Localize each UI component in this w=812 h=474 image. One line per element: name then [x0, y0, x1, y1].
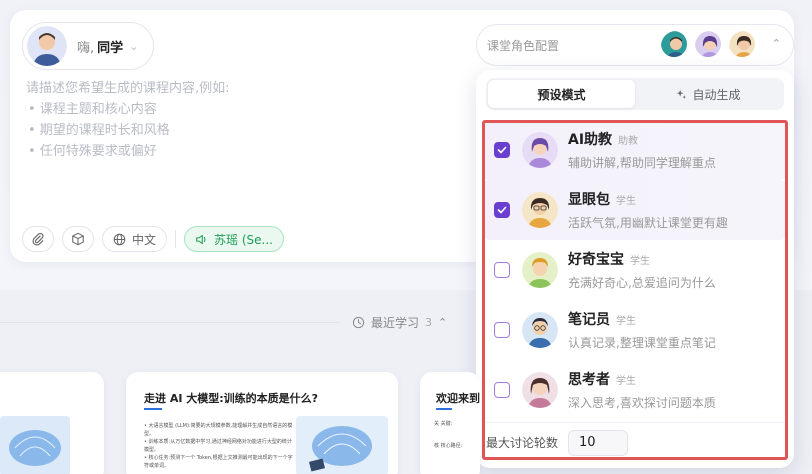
role-avatar	[727, 29, 757, 59]
role-name: AI助教 助教	[568, 132, 639, 148]
role-item-class-clown[interactable]: 显眼包 学生活跃气氛,用幽默让课堂更有趣	[484, 180, 786, 240]
max-rounds-input[interactable]: 10	[568, 429, 629, 456]
role-checkbox[interactable]	[494, 382, 510, 398]
cube-icon	[72, 232, 84, 246]
role-description: 活跃气氛,用幽默让课堂更有趣	[568, 216, 728, 230]
language-label: 中文	[132, 232, 157, 247]
tab-auto-generate[interactable]: 自动生成	[635, 80, 782, 108]
card-bullet: • 训练本质:从万亿数据中学习,通过神经网络对功能进行大型的统计模型。	[144, 439, 292, 453]
role-config-label: 课堂角色配置	[487, 38, 560, 53]
greeting-text: 嗨, 同学	[77, 40, 124, 56]
role-item-curious-baby[interactable]: 好奇宝宝 学生充满好奇心,总爱追问为什么	[484, 240, 786, 300]
role-avatar	[522, 372, 558, 408]
prompt-intro: 请描述您希望生成的课程内容,例如:	[26, 81, 230, 96]
role-description: 深入思考,喜欢探讨问题本质	[568, 396, 716, 410]
role-tag: 学生	[630, 256, 650, 267]
check-icon	[497, 206, 507, 214]
card-bullet: • 大语言模型 (LLM):简要的大规模参数,能理解并生成自然语言的模型。	[144, 423, 293, 437]
toolbar-divider	[175, 230, 177, 248]
language-button[interactable]: 中文	[102, 226, 168, 252]
tab-label: 自动生成	[692, 87, 741, 102]
paperclip-icon	[32, 232, 44, 246]
role-avatar	[522, 132, 558, 168]
course-card[interactable]	[0, 372, 104, 474]
role-config-panel: 预设模式 自动生成 AI助教 助教辅助讲解,帮助同学理解重点 显眼包 学生活跃气氛,…	[476, 70, 794, 468]
role-config-dropdown[interactable]: 课堂角色配置 ⌃	[476, 24, 794, 66]
role-description: 辅助讲解,帮助同学理解重点	[568, 156, 716, 170]
role-name: 笔记员 学生	[568, 312, 636, 328]
mode-toggle: 预设模式 自动生成	[486, 78, 784, 110]
role-description: 充满好奇心,总爱追问为什么	[568, 276, 716, 290]
role-checkbox[interactable]	[494, 262, 510, 278]
chevron-up-icon: ⌃	[771, 37, 781, 50]
card-bullets: 关 关键: 核 核心路径:	[434, 420, 478, 450]
role-list: AI助教 助教 辅助讲解,帮助同学理解重点 显眼包 学生 活跃气氛,用幽默让课堂更有趣 …	[484, 120, 786, 420]
user-avatar	[27, 26, 67, 66]
role-name: 思考者 学生	[568, 372, 636, 388]
card-bullet: 关 关键:	[434, 421, 453, 427]
chevron-up-icon: ⌃	[438, 316, 448, 329]
role-avatar	[522, 312, 558, 348]
tab-label: 预设模式	[537, 87, 586, 102]
role-checkbox[interactable]	[494, 142, 510, 158]
voice-label: 苏瑶 (Se...	[214, 232, 273, 247]
role-name: 显眼包 学生	[568, 192, 636, 208]
role-avatar	[659, 29, 689, 59]
check-icon	[497, 146, 507, 154]
role-checkbox[interactable]	[494, 322, 510, 338]
role-avatar	[693, 29, 723, 59]
globe-icon	[113, 233, 126, 245]
chevron-down-icon: ⌄	[129, 39, 139, 53]
course-card[interactable]: 欢迎来到 关 关键: 核 核心路径:	[420, 372, 480, 474]
user-greeting-button[interactable]: 嗨, 同学 ⌄	[22, 22, 154, 70]
card-title: 欢迎来到	[436, 392, 480, 405]
title-underline	[144, 408, 162, 410]
role-tag: 学生	[616, 196, 636, 207]
card-title: 走进 AI 大模型:训练的本质是什么?	[144, 392, 319, 405]
title-underline	[436, 408, 452, 410]
prompt-bullet: • 任何特殊要求或偏好	[28, 144, 157, 159]
role-item-note-taker[interactable]: 笔记员 学生认真记录,整理课堂重点笔记	[484, 300, 786, 360]
role-name: 好奇宝宝 学生	[568, 252, 650, 268]
card-bullet: 核 核心路径:	[434, 443, 463, 449]
card-thumbnail	[0, 416, 70, 474]
selected-role-avatars	[659, 29, 757, 59]
section-divider	[0, 322, 340, 323]
role-tag: 学生	[616, 316, 636, 327]
voice-select-button[interactable]: 苏瑶 (Se...	[184, 226, 284, 252]
max-rounds-row: 最大讨论轮数 10	[484, 422, 786, 462]
tab-preset-mode[interactable]: 预设模式	[488, 80, 635, 108]
recent-learning-toggle[interactable]: 最近学习 3 ⌃	[352, 314, 447, 331]
prompt-bullet: • 期望的课程时长和风格	[28, 123, 170, 138]
max-rounds-label: 最大讨论轮数	[486, 436, 559, 450]
card-bullets: • 大语言模型 (LLM):简要的大规模参数,能理解并生成自然语言的模型。 • …	[144, 422, 294, 470]
prompt-placeholder[interactable]: 请描述您希望生成的课程内容,例如: • 课程主题和核心内容 • 期望的课程时长和…	[26, 78, 230, 162]
role-tag: 助教	[618, 136, 639, 147]
clock-icon	[352, 316, 365, 329]
card-bullet: • 核心任务:预测下一个 Token,根据上文推测最可能出现的下一个字符或单词。	[144, 455, 293, 469]
speaker-icon	[196, 234, 206, 244]
role-description: 认真记录,整理课堂重点笔记	[568, 336, 716, 350]
role-avatar	[522, 252, 558, 288]
role-avatar	[522, 192, 558, 228]
attach-button[interactable]	[22, 226, 54, 252]
role-tag: 学生	[616, 376, 636, 387]
role-checkbox[interactable]	[494, 202, 510, 218]
recent-label: 最近学习	[371, 316, 420, 330]
role-item-ai-assistant[interactable]: AI助教 助教辅助讲解,帮助同学理解重点	[484, 120, 786, 180]
card-thumbnail	[296, 416, 388, 474]
recent-count: 3	[425, 316, 433, 329]
prompt-bullet: • 课程主题和核心内容	[28, 102, 157, 117]
role-item-thinker[interactable]: 思考者 学生深入思考,喜欢探讨问题本质	[484, 360, 786, 420]
course-card[interactable]: 走进 AI 大模型:训练的本质是什么? • 大语言模型 (LLM):简要的大规模…	[126, 372, 398, 474]
composer-toolbar: 中文 苏瑶 (Se...	[22, 226, 284, 252]
sparkle-icon	[677, 89, 687, 99]
model-button[interactable]	[62, 226, 94, 252]
